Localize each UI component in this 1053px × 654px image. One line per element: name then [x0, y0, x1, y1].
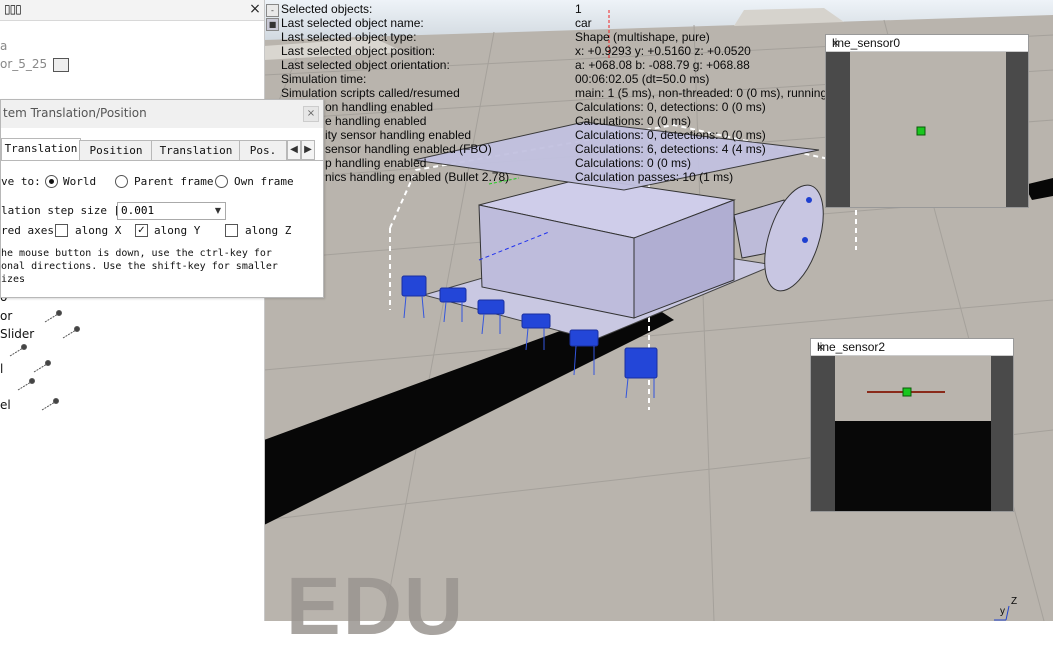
info-label: p handling enabled	[325, 156, 427, 170]
info-label: Last selected object position:	[281, 44, 436, 58]
info-value: car	[575, 16, 592, 30]
tab-position[interactable]: Position	[79, 140, 153, 161]
along-z-label: along Z	[245, 224, 292, 237]
close-icon[interactable]: ×	[832, 36, 1024, 50]
info-label: Simulation time:	[281, 72, 367, 86]
radio-own-frame-label: Own frame	[234, 175, 294, 188]
help-line: izes	[1, 274, 26, 285]
info-collapse-button[interactable]: -	[266, 4, 279, 17]
along-y-label: along Y	[154, 224, 201, 237]
radio-own-frame[interactable]	[215, 175, 228, 188]
translation-dialog: tem Translation/Position × Translation P…	[0, 99, 324, 298]
info-value: 00:06:02.05 (dt=50.0 ms)	[575, 72, 710, 86]
info-value: 1	[575, 2, 582, 16]
info-label: Last selected object name:	[281, 16, 424, 30]
dialog-close-icon[interactable]: ×	[303, 106, 319, 122]
move-to-label: ve to:	[1, 175, 41, 188]
sensor-view-line-sensor2[interactable]: line_sensor2 ×	[810, 338, 1014, 512]
tab-translation[interactable]: Translation	[1, 138, 81, 160]
info-value: Calculations: 0 (0 ms)	[575, 156, 692, 170]
info-value: x: +0.9293 y: +0.5160 z: +0.0520	[575, 44, 751, 58]
radio-parent-frame-label: Parent frame	[134, 175, 214, 188]
info-label: Last selected object type:	[281, 30, 417, 44]
info-value: Calculation passes: 10 (1 ms)	[575, 170, 734, 184]
info-value: a: +068.08 b: -088.79 g: +068.88	[575, 58, 750, 72]
info-value: Calculations: 0, detections: 0 (0 ms)	[575, 100, 766, 114]
hierarchy-toolbar: ▯▯▯ ×	[0, 0, 264, 21]
info-label: Last selected object orientation:	[281, 58, 450, 72]
scene-hierarchy-panel: ▯▯▯ × a or_5_25 o or Slider l el	[0, 0, 265, 621]
info-toggle-button[interactable]: ■	[266, 18, 279, 31]
sensor-view-line-sensor0[interactable]: line_sensor0 ×	[825, 34, 1029, 208]
checkbox-along-y[interactable]: ✓	[135, 224, 148, 237]
info-label: e handling enabled	[325, 114, 427, 128]
dialog-title: tem Translation/Position	[3, 106, 147, 120]
tab-divider	[1, 160, 323, 161]
radio-parent-frame[interactable]	[115, 175, 128, 188]
sensor-titlebar[interactable]: line_sensor0 ×	[826, 35, 1028, 52]
step-size-label: lation step size [m]	[1, 204, 134, 217]
help-line: he mouse button is down, use the ctrl-ke…	[1, 248, 272, 259]
info-value: Calculations: 0, detections: 0 (0 ms)	[575, 128, 766, 142]
tree-item-0[interactable]: a	[0, 39, 7, 53]
step-size-select[interactable]: 0.001 ▼	[117, 202, 226, 220]
checkbox-along-z[interactable]	[225, 224, 238, 237]
dialog-titlebar[interactable]: tem Translation/Position ×	[1, 100, 323, 128]
watermark-text: EDU	[286, 561, 466, 652]
sensor-titlebar[interactable]: line_sensor2 ×	[811, 339, 1013, 356]
info-value: Shape (multishape, pure)	[575, 30, 710, 44]
chevron-down-icon: ▼	[214, 206, 221, 215]
checkbox-along-x[interactable]	[55, 224, 68, 237]
script-icon[interactable]	[53, 58, 69, 72]
info-label: Simulation scripts called/resumed	[281, 86, 460, 100]
sensor-image	[811, 356, 1013, 511]
info-value: Calculations: 6, detections: 4 (4 ms)	[575, 142, 766, 156]
info-label: ity sensor handling enabled	[325, 128, 472, 142]
gizmo-z-label: Z	[1011, 596, 1018, 607]
info-label: Selected objects:	[281, 2, 373, 16]
help-text: he mouse button is down, use the ctrl-ke…	[1, 242, 311, 294]
tab-pos[interactable]: Pos.	[239, 140, 287, 161]
info-label: nics handling enabled (Bullet 2.78)	[325, 170, 510, 184]
tab-scroll-right-icon[interactable]: ▶	[301, 140, 315, 160]
tree-item-1[interactable]: or_5_25	[0, 57, 47, 71]
close-icon[interactable]: ×	[248, 2, 262, 16]
tab-translation-2[interactable]: Translation	[151, 140, 241, 161]
along-x-label: along X	[75, 224, 122, 237]
radio-world[interactable]	[45, 175, 58, 188]
info-label: sensor handling enabled (FBO)	[325, 142, 492, 156]
toolbar-icons: ▯▯▯	[4, 2, 22, 16]
close-icon[interactable]: ×	[817, 340, 1009, 354]
info-value: Calculations: 0 (0 ms)	[575, 114, 692, 128]
gizmo-y-label: y	[1000, 606, 1005, 617]
joint-icons	[9, 310, 80, 411]
info-label: on handling enabled	[325, 100, 434, 114]
sensor-image	[826, 52, 1028, 207]
help-line: onal directions. Use the shift-key for s…	[1, 261, 278, 272]
radio-world-label: World	[63, 175, 97, 188]
step-size-value: 0.001	[121, 204, 155, 217]
axes-label: red axes:	[1, 224, 61, 237]
tab-scroll-left-icon[interactable]: ◀	[287, 140, 301, 160]
